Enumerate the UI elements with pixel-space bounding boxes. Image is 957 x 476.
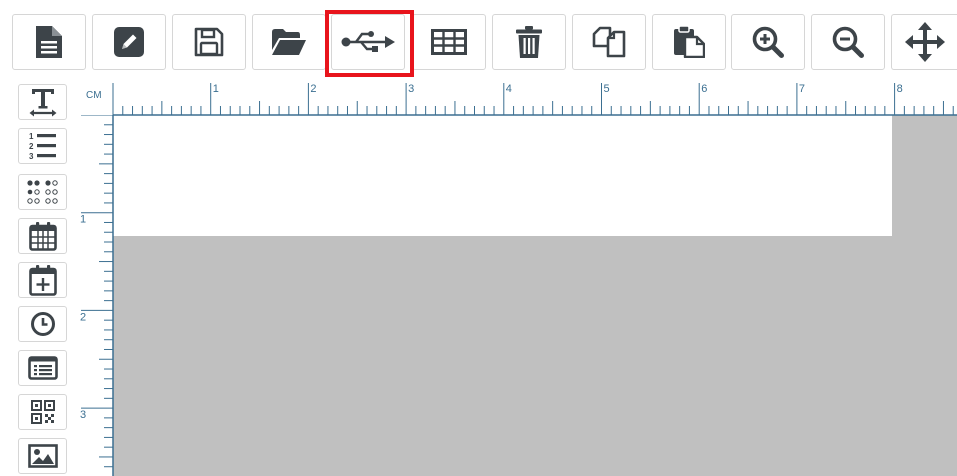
zoom-out-icon [832, 26, 864, 58]
zoom-in-icon [752, 26, 784, 58]
ruler-label: 1 [80, 214, 86, 226]
vertical-ruler: 1 2 3 [80, 115, 114, 476]
edit-button[interactable] [92, 14, 166, 70]
braille-tool-button[interactable] [18, 174, 67, 210]
image-tool-button[interactable] [18, 438, 67, 474]
move-arrows-icon [904, 22, 945, 62]
database-field-tool-button[interactable] [18, 350, 67, 386]
label-design-area[interactable] [113, 115, 892, 236]
paste-button[interactable] [652, 14, 726, 70]
ruler-label: 2 [80, 311, 86, 323]
open-button[interactable] [252, 14, 326, 70]
calendar-plus-icon [28, 265, 57, 296]
ruler-label: 5 [604, 83, 610, 95]
svg-text:1: 1 [29, 132, 34, 141]
floppy-disk-icon [194, 27, 224, 57]
calendar-icon [28, 222, 57, 251]
copy-button[interactable] [572, 14, 646, 70]
date-tool-button[interactable] [18, 218, 67, 254]
pencil-icon [114, 27, 144, 57]
move-button[interactable] [891, 14, 957, 70]
numbered-list-icon: 1 2 3 [29, 132, 56, 161]
ruler-label: 2 [310, 83, 316, 95]
zoom-out-button[interactable] [811, 14, 885, 70]
text-icon [29, 89, 56, 117]
date-offset-tool-button[interactable] [18, 262, 67, 298]
delete-button[interactable] [492, 14, 566, 70]
ruler-label: 1 [213, 83, 219, 95]
copy-icon [592, 26, 626, 58]
time-tool-button[interactable] [18, 306, 67, 342]
text-tool-button[interactable] [18, 84, 67, 120]
table-icon [431, 29, 467, 55]
zoom-in-button[interactable] [731, 14, 805, 70]
image-icon [27, 444, 58, 468]
paste-icon [674, 26, 705, 58]
table-button[interactable] [412, 14, 486, 70]
save-button[interactable] [172, 14, 246, 70]
ruler-label: 3 [80, 409, 86, 421]
usb-button-highlight [325, 10, 414, 77]
trash-icon [516, 26, 542, 58]
svg-text:3: 3 [29, 152, 34, 161]
ruler-label: 6 [701, 83, 707, 95]
list-box-icon [27, 356, 58, 380]
horizontal-ruler: 1 2 3 4 5 6 7 8 [112, 83, 957, 116]
clock-icon [30, 312, 55, 336]
qr-code-icon [30, 400, 55, 424]
new-file-button[interactable] [12, 14, 86, 70]
braille-icon [26, 180, 58, 204]
file-icon [36, 26, 62, 58]
serial-number-tool-button[interactable]: 1 2 3 [18, 128, 67, 164]
qr-code-tool-button[interactable] [18, 394, 67, 430]
folder-open-icon [272, 29, 306, 55]
ruler-label: 4 [506, 83, 512, 95]
ruler-label: 8 [897, 83, 903, 95]
ruler-label: 3 [408, 83, 414, 95]
svg-text:2: 2 [29, 142, 34, 151]
ruler-label: 7 [799, 83, 805, 95]
